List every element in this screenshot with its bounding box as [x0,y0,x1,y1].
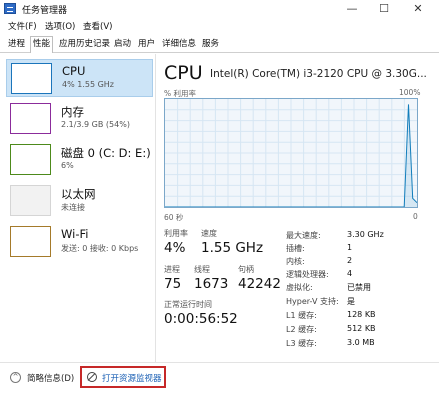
open-resource-monitor-link[interactable]: 打开资源监视器 [80,366,166,388]
window-title: 任务管理器 [22,6,68,16]
tab-performance[interactable]: 性能 [30,36,54,53]
spec-value: 128 KB [347,310,376,319]
sidebar-item-memory[interactable]: 内存 2.1/3.9 GB (54%) [6,100,153,138]
spec-label: 虚拟化: [286,283,313,292]
sidebar-item-value: 发送: 0 接收: 0 Kbps [61,244,139,253]
spec-value: 3.0 MB [347,338,375,347]
minimize-button[interactable]: — [340,1,364,17]
processes-label: 进程 [164,265,180,274]
sidebar-item-wifi[interactable]: Wi-Fi 发送: 0 接收: 0 Kbps [6,223,153,261]
speed-value: 1.55 GHz [201,240,264,256]
page-title: CPU [164,62,203,84]
sidebar-item-disk[interactable]: 磁盘 0 (C: D: E:) 6% [6,141,153,179]
spec-label: L3 缓存: [286,339,317,348]
sidebar-item-label: 以太网 [61,187,96,201]
graph-zero-label: 0 [413,212,418,221]
spec-label: 内核: [286,257,305,266]
sidebar-item-label: 磁盘 0 (C: D: E:) [61,146,151,160]
handles-value: 42242 [238,276,281,292]
sidebar-item-value: 4% 1.55 GHz [62,80,115,89]
sidebar-item-cpu[interactable]: CPU 4% 1.55 GHz [6,59,153,97]
wifi-thumbnail [10,226,51,257]
sidebar-item-ethernet[interactable]: 以太网 未连接 [6,182,153,220]
memory-thumbnail [10,103,51,134]
sidebar-item-label: 内存 [61,105,84,119]
sidebar-item-label: CPU [62,64,86,78]
sidebar-item-value: 2.1/3.9 GB (54%) [61,120,130,129]
spec-value: 512 KB [347,324,376,333]
spec-label: 最大速度: [286,231,321,240]
speed-label: 速度 [201,229,217,238]
tab-startup[interactable]: 启动 [112,37,133,51]
disk-thumbnail [10,144,51,175]
less-details-button[interactable]: 简略信息(D) [27,372,74,384]
tab-services[interactable]: 服务 [200,37,221,51]
ethernet-thumbnail [10,185,51,216]
cpu-model: Intel(R) Core(TM) i3-2120 CPU @ 3.30G... [210,68,427,80]
utilization-value: 4% [164,240,186,256]
spec-value: 2 [347,256,353,265]
sidebar-item-value: 未连接 [61,203,85,212]
spec-value: 1 [347,243,353,252]
resource-monitor-icon [87,372,97,382]
processes-value: 75 [164,276,182,292]
close-button[interactable]: ✕ [406,1,430,17]
spec-value: 3.30 GHz [347,230,384,239]
spec-value: 4 [347,269,353,278]
tab-app-history[interactable]: 应用历史记录 [57,37,112,51]
cpu-graph-svg [165,99,417,207]
tab-processes[interactable]: 进程 [6,37,27,51]
cpu-thumbnail [11,63,52,94]
collapse-chevron-icon[interactable]: ^ [10,372,21,383]
tab-details[interactable]: 详细信息 [160,37,198,51]
menu-file[interactable]: 文件(F) [8,20,37,32]
task-manager-icon [4,3,16,14]
maximize-button[interactable]: ☐ [372,1,396,17]
threads-value: 1673 [194,276,229,292]
sidebar-item-value: 6% [61,161,74,170]
spec-value: 是 [347,297,355,306]
menu-options[interactable]: 选项(O) [45,20,75,32]
graph-label-max: 100% [399,88,421,97]
spec-label: 插槽: [286,244,305,253]
cpu-utilization-graph [164,98,418,208]
graph-time-label: 60 秒 [164,213,184,222]
spec-value: 已禁用 [347,283,371,292]
spec-label: L2 缓存: [286,325,317,334]
sidebar-item-label: Wi-Fi [61,227,89,241]
open-resource-monitor-label: 打开资源监视器 [102,374,162,384]
tab-users[interactable]: 用户 [136,37,157,51]
uptime-value: 0:00:56:52 [164,311,238,327]
menu-view[interactable]: 查看(V) [83,20,112,32]
spec-label: L1 缓存: [286,311,317,320]
uptime-label: 正常运行时间 [164,300,212,309]
utilization-label: 利用率 [164,229,188,238]
spec-label: Hyper-V 支持: [286,297,339,306]
spec-label: 逻辑处理器: [286,270,329,279]
handles-label: 句柄 [238,265,254,274]
panel-divider [155,54,156,362]
threads-label: 线程 [194,265,210,274]
